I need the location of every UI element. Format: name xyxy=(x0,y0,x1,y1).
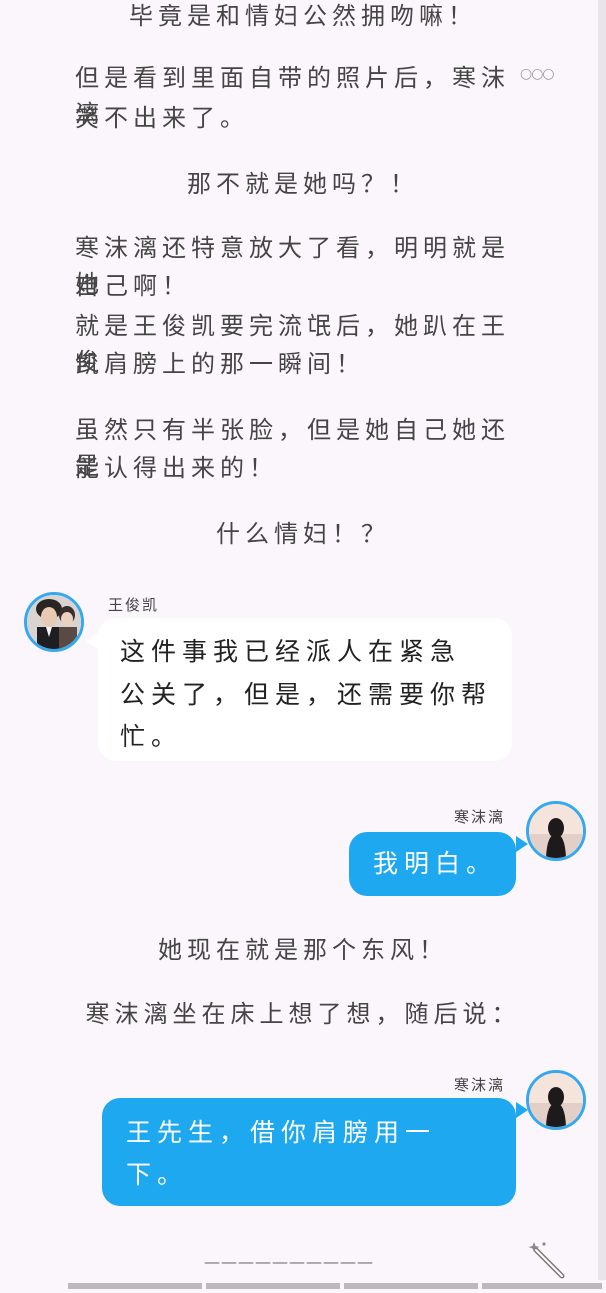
speaker-name: 寒沫漓 xyxy=(454,808,506,826)
male-avatar-icon[interactable] xyxy=(24,592,84,652)
speaker-name: 寒沫漓 xyxy=(454,1076,506,1094)
female-avatar-icon[interactable] xyxy=(526,801,586,861)
bubble-tail xyxy=(516,1102,528,1118)
bubble-text-line: 下。 xyxy=(126,1160,189,1189)
narration-line: 她现在就是那个东风！ xyxy=(158,936,448,964)
narration-line: 笑不出来了。 xyxy=(75,104,249,132)
narration-line: 寒沫漓坐在床上想了想，随后说： xyxy=(85,1000,521,1028)
bubble-text-line: 公关了，但是，还需要你帮 xyxy=(120,680,493,709)
more-indicator[interactable]: ○○○ xyxy=(520,66,555,82)
speaker-name: 王俊凯 xyxy=(108,596,160,614)
bubble-tail xyxy=(86,633,98,649)
narration-line: 凯肩膀上的那一瞬间！ xyxy=(75,350,365,378)
bubble-text-line: 我明白。 xyxy=(373,849,498,878)
chat-bubble-left: 这件事我已经派人在紧急 公关了，但是，还需要你帮 忙。 xyxy=(98,618,512,761)
chat-bubble-right: 我明白。 xyxy=(349,832,516,896)
bubble-text-line: 王先生，借你肩膀用一 xyxy=(126,1118,437,1147)
chat-bubble-right: 王先生，借你肩膀用一 下。 xyxy=(102,1098,516,1206)
narration-line: 能认得出来的！ xyxy=(75,454,278,482)
narration-line: 自己啊！ xyxy=(75,272,191,300)
narration-top: 毕竟是和情妇公然拥吻嘛！ xyxy=(129,2,477,30)
bubble-tail xyxy=(516,836,528,852)
end-marker: —————————— xyxy=(204,1252,374,1271)
narration-exclaim: 那不就是她吗？！ xyxy=(187,170,419,198)
bubble-text-line: 忙。 xyxy=(120,722,183,751)
narration-exclaim: 什么情妇！？ xyxy=(216,520,390,548)
bottom-progress-bar xyxy=(68,1274,606,1289)
bubble-text-line: 这件事我已经派人在紧急 xyxy=(120,637,462,666)
female-avatar-icon[interactable] xyxy=(526,1070,586,1130)
